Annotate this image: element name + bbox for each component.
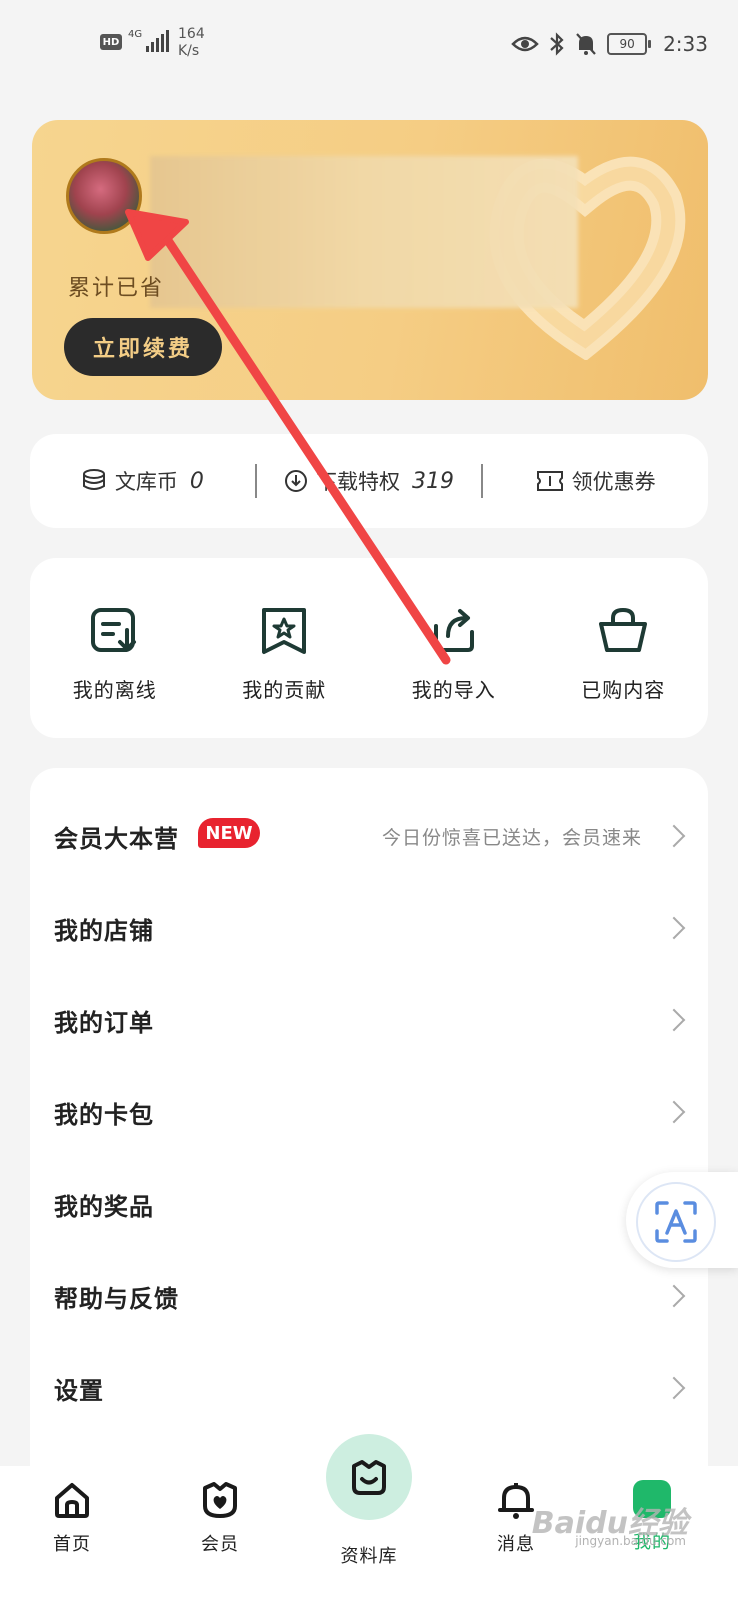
coins-icon [82,469,105,490]
eye-icon [511,36,539,52]
assets-bar: 文库币 0 下载特权 319 领优惠券 [30,434,708,528]
menu-list: 会员大本营 NEW 今日份惊喜已送达，会员速来 我的店铺 我的订单 我的卡包 我… [30,768,708,1488]
watermark-site: jingyan.baidu.com [575,1534,686,1548]
tab-messages-label: 消息 [497,1534,535,1555]
status-bar: HD 4G 164 K/s 90 2:33 [0,0,738,90]
download-value: 319 [412,468,454,494]
text-recognition-float-button[interactable] [626,1172,738,1268]
bluetooth-icon [550,32,564,56]
clock: 2:33 [663,32,708,56]
coupon-entry[interactable]: 领优惠券 [483,466,708,496]
offline-download-icon [90,608,136,652]
chevron-right-icon [662,1376,686,1400]
wenku-coins[interactable]: 文库币 0 [30,466,255,496]
renew-button[interactable]: 立即续费 [64,318,222,376]
network-speed-unit: K/s [178,43,200,59]
menu-item-label: 我的店铺 [54,916,154,945]
new-badge: NEW [198,818,260,848]
tab-member-label: 会员 [201,1534,239,1555]
avatar[interactable] [66,158,142,234]
menu-item-label: 设置 [54,1376,104,1405]
chevron-right-icon [662,824,686,848]
hd-indicator: HD [100,34,122,50]
quick-offline[interactable]: 我的离线 [30,558,200,738]
menu-item-label: 我的订单 [54,1008,154,1037]
status-icons: 90 2:33 [511,32,708,56]
chevron-right-icon [662,1100,686,1124]
signal-icon [146,30,169,52]
network-speed-value: 164 [178,26,205,42]
menu-item-my-orders[interactable]: 我的订单 [30,974,708,1066]
menu-item-my-cards[interactable]: 我的卡包 [30,1066,708,1158]
menu-item-my-prizes[interactable]: 我的奖品 [30,1158,708,1250]
battery-level: 90 [619,37,635,51]
menu-item-label: 我的卡包 [54,1100,154,1129]
quick-import-label: 我的导入 [411,678,496,702]
menu-item-settings[interactable]: 设置 [30,1342,708,1434]
tab-library-label: 资料库 [340,1546,398,1567]
text-recognition-icon [636,1182,716,1262]
quick-purchased-label: 已购内容 [581,678,666,702]
tab-home-label: 首页 [53,1534,91,1555]
quick-contribution[interactable]: 我的贡献 [200,558,370,738]
chevron-right-icon [662,1008,686,1032]
menu-item-help-feedback[interactable]: 帮助与反馈 [30,1250,708,1342]
import-share-icon [433,609,474,652]
chevron-right-icon [662,1284,686,1308]
download-privilege[interactable]: 下载特权 319 [257,466,482,496]
home-icon [55,1483,89,1518]
download-circle-icon [285,470,307,492]
contribution-star-icon [262,608,307,654]
bell-icon [498,1483,534,1519]
library-icon [352,1460,386,1495]
quick-offline-label: 我的离线 [72,678,157,702]
menu-item-label: 会员大本营 [54,824,179,853]
user-info-blurred [150,156,578,308]
quick-import[interactable]: 我的导入 [369,558,539,738]
menu-item-label: 帮助与反馈 [54,1284,179,1313]
battery-icon: 90 [607,33,652,55]
menu-item-label: 我的奖品 [54,1192,154,1221]
library-center-button[interactable] [326,1434,412,1520]
network-speed: 164 K/s [178,26,205,60]
menu-item-my-shop[interactable]: 我的店铺 [30,882,708,974]
coupon-label: 领优惠券 [571,470,656,494]
quick-actions: 我的离线 我的贡献 我的导入 已购内容 [30,558,708,738]
shopping-bag-icon [599,607,648,652]
quick-purchased[interactable]: 已购内容 [539,558,709,738]
tab-library[interactable]: 资料库 [319,1532,419,1568]
download-label: 下载特权 [316,470,400,494]
quick-contribution-label: 我的贡献 [242,678,327,702]
member-heart-icon [203,1482,237,1518]
chevron-right-icon [662,916,686,940]
coins-value: 0 [189,468,204,494]
saved-amount-label: 累计已省 [68,276,165,301]
mute-bell-icon [576,33,596,55]
ticket-icon [536,471,563,491]
menu-item-subtitle: 今日份惊喜已送达，会员速来 [381,826,642,849]
menu-item-member-camp[interactable]: 会员大本营 NEW 今日份惊喜已送达，会员速来 [30,790,708,882]
coins-label: 文库币 [114,470,178,494]
network-type: 4G [128,29,143,40]
tab-home[interactable]: 首页 [22,1480,122,1556]
member-card[interactable]: 累计已省 立即续费 [32,120,708,400]
tab-member[interactable]: 会员 [170,1480,270,1556]
